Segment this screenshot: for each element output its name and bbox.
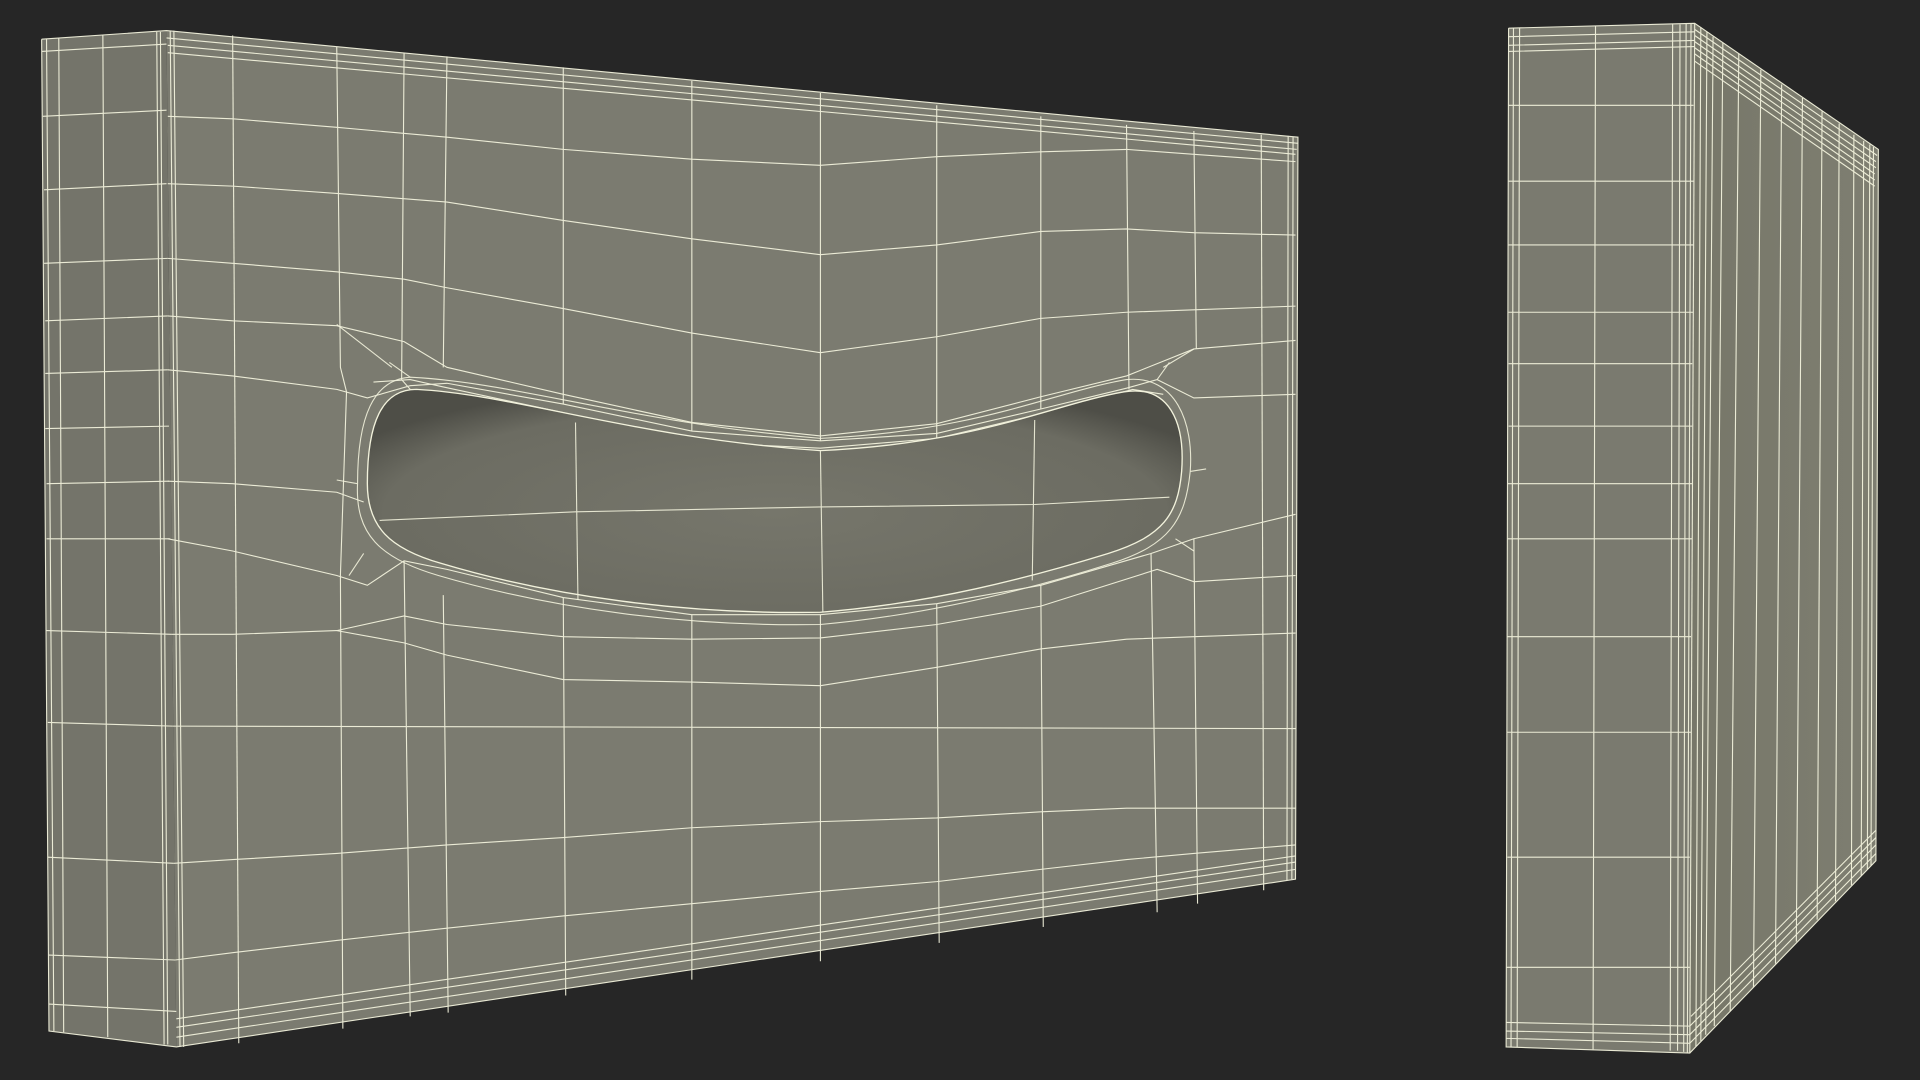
tissue-box-side-view (1505, 22, 1879, 1054)
tissue-box-front-view (41, 30, 1299, 1048)
wireframe-render (0, 0, 1920, 1080)
side-box-front-face (1506, 23, 1695, 1054)
render-viewport (0, 0, 1920, 1080)
